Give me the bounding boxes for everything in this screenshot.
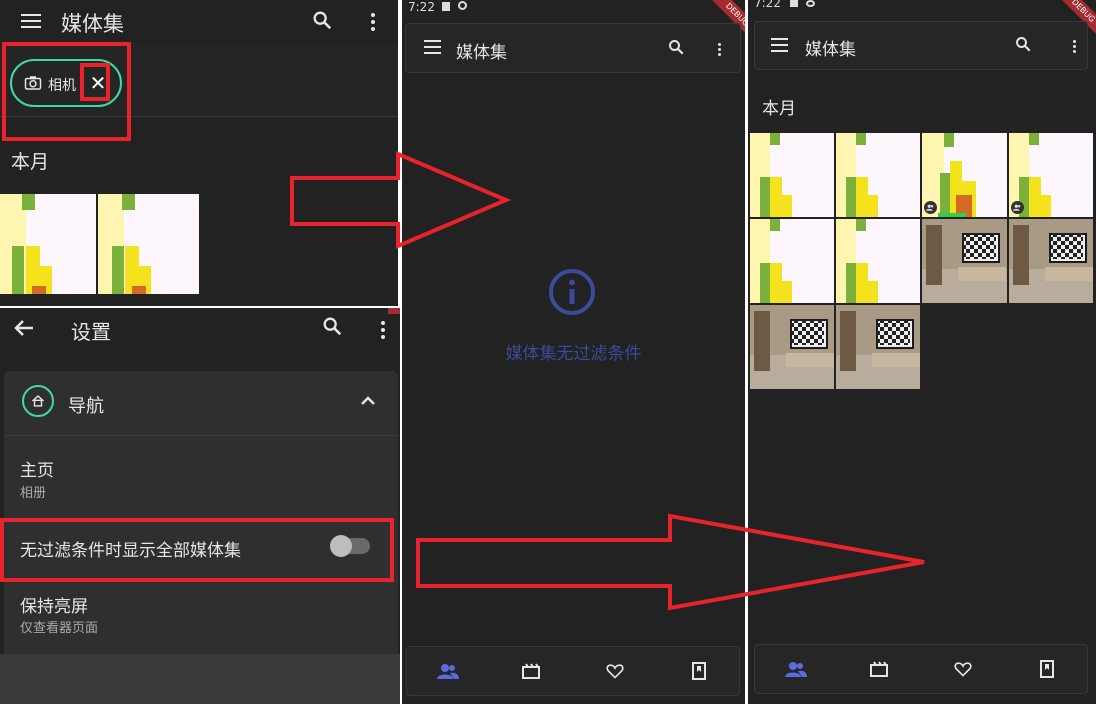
bookmark-icon[interactable]: [687, 659, 711, 683]
menu-icon[interactable]: [769, 34, 789, 56]
section-header: 本月: [762, 99, 796, 119]
highlight-box-close: [80, 63, 110, 101]
menu-icon[interactable]: [20, 10, 42, 32]
home-setting-subtitle: 相册: [20, 486, 47, 501]
settings-title: 设置: [71, 320, 111, 344]
sd-card-icon: [442, 2, 450, 11]
media-thumbnail[interactable]: [922, 133, 1007, 217]
chevron-up-icon[interactable]: [358, 391, 378, 411]
annotation-arrow-top: [290, 150, 512, 250]
media-thumbnail[interactable]: [1009, 133, 1093, 217]
media-thumbnail[interactable]: [98, 194, 199, 294]
section-header: 本月: [11, 151, 50, 173]
keep-screen-title[interactable]: 保持亮屏: [20, 592, 88, 617]
empty-state-message: 媒体集无过滤条件: [505, 344, 642, 364]
back-arrow-icon[interactable]: [12, 316, 36, 340]
media-thumbnail[interactable]: [922, 219, 1007, 303]
media-thumbnail[interactable]: [750, 219, 834, 303]
shared-album-icon: [1011, 201, 1024, 214]
bottom-nav: [406, 646, 740, 696]
more-options-icon[interactable]: [368, 12, 378, 32]
media-thumbnail[interactable]: [836, 219, 920, 303]
search-icon[interactable]: [666, 37, 686, 57]
sync-icon: [458, 1, 467, 10]
keep-screen-subtitle: 仅查看器页面: [20, 621, 99, 636]
favourite-icon[interactable]: [951, 657, 975, 681]
group-title: 导航: [68, 396, 104, 417]
app-bar: 媒体集: [754, 21, 1088, 70]
video-icon[interactable]: [867, 657, 891, 681]
media-thumbnail[interactable]: [0, 194, 96, 294]
menu-icon[interactable]: [422, 36, 442, 58]
status-time: 7:22: [408, 0, 435, 14]
video-icon[interactable]: [519, 659, 543, 683]
bookmark-icon[interactable]: [1035, 657, 1059, 681]
more-options-icon[interactable]: [378, 320, 388, 340]
bottom-nav: [754, 644, 1088, 694]
app-title: 媒体集: [456, 43, 507, 63]
search-icon[interactable]: [310, 8, 334, 32]
media-thumbnail[interactable]: [836, 305, 920, 389]
sd-card-icon: [790, 0, 798, 7]
annotation-arrow-bottom: [416, 513, 925, 611]
albums-icon[interactable]: [783, 657, 809, 681]
media-thumbnail[interactable]: [836, 133, 920, 217]
more-options-icon[interactable]: [1069, 38, 1079, 54]
app-title: 媒体集: [61, 12, 124, 36]
shared-album-icon: [924, 201, 937, 214]
search-icon[interactable]: [1013, 34, 1033, 54]
app-bar: 媒体集: [405, 23, 741, 73]
settings-screen: 设置 导航 主页 相册 无过滤条件时显示全部媒体集 保持亮屏 仅查看器页面: [0, 308, 400, 704]
status-time: 7:22: [754, 0, 781, 10]
app-title: 媒体集: [805, 40, 856, 60]
home-icon: [22, 385, 54, 417]
media-thumbnail[interactable]: [750, 133, 834, 217]
highlight-box-chip: [2, 42, 131, 141]
highlight-box-toggle: [0, 518, 394, 582]
media-thumbnail[interactable]: [750, 305, 834, 389]
sync-icon: [806, 0, 815, 7]
media-thumbnail[interactable]: [1009, 219, 1093, 303]
favourite-icon[interactable]: [603, 659, 627, 683]
more-options-icon[interactable]: [714, 41, 724, 57]
search-icon[interactable]: [320, 314, 344, 338]
home-setting-title[interactable]: 主页: [20, 456, 54, 481]
navigation-section-header[interactable]: 导航: [4, 371, 398, 436]
albums-icon[interactable]: [435, 659, 461, 683]
info-icon: [548, 268, 596, 316]
